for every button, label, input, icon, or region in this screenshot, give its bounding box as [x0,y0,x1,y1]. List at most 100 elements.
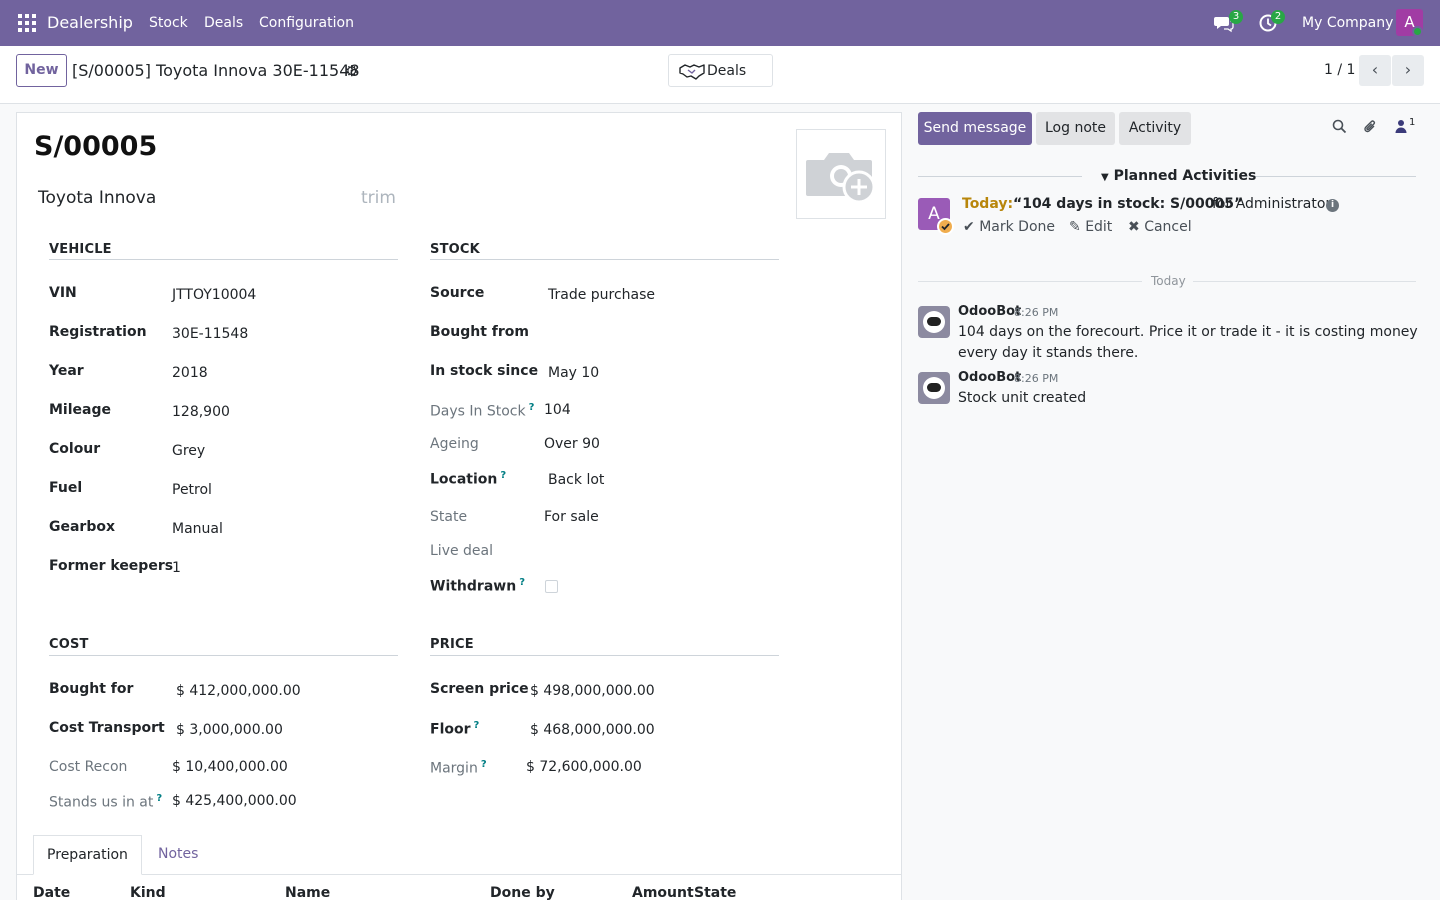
mileage-label: Mileage [49,402,111,418]
messages-badge: 3 [1229,10,1243,24]
gearbox-field[interactable]: Manual [172,521,223,537]
image-upload[interactable] [796,129,886,219]
activity-summary: “104 days in stock: S/00005” [1013,196,1244,212]
info-icon[interactable]: i [1326,199,1339,212]
stock-divider [430,259,779,260]
gearbox-label: Gearbox [49,519,116,535]
followers-icon[interactable] [1395,119,1407,134]
planned-activities-toggle[interactable]: ▼ Planned Activities [1101,168,1256,184]
screen-price-field[interactable]: $ 498,000,000.00 [530,683,655,699]
send-message-button[interactable]: Send message [918,112,1032,145]
mileage-field[interactable]: 128,900 [172,404,230,420]
column-header-name[interactable]: Name [285,885,330,900]
tab-notes[interactable]: Notes [158,835,198,875]
search-icon[interactable] [1332,119,1347,134]
edit-link[interactable]: ✎ Edit [1069,219,1112,235]
record-name[interactable]: S/00005 [34,131,157,162]
pager-next-icon[interactable]: › [1392,55,1424,86]
menu-configuration[interactable]: Configuration [259,15,354,31]
location-field[interactable]: Back lot [548,472,604,488]
help-icon[interactable]: ? [500,470,506,481]
deals-smart-button[interactable]: Deals [668,54,773,87]
activities-badge: 2 [1271,10,1285,24]
help-icon[interactable]: ? [529,402,535,413]
days-in-stock-value: 104 [544,402,571,418]
trim-field[interactable]: trim [361,188,396,208]
year-field[interactable]: 2018 [172,365,208,381]
deals-button-label: Deals [707,62,747,79]
column-header-done-by[interactable]: Done by [490,885,555,900]
menu-stock[interactable]: Stock [149,15,188,31]
floor-field[interactable]: $ 468,000,000.00 [530,722,655,738]
odoobot-avatar [918,372,950,404]
source-field[interactable]: Trade purchase [548,287,655,303]
help-icon[interactable]: ? [481,759,487,770]
message-author[interactable]: OdooBot [958,304,1021,319]
company-switcher[interactable]: My Company [1302,15,1393,31]
activity-button[interactable]: Activity [1119,112,1191,145]
top-navbar: Dealership Stock Deals Configuration 3 2… [0,0,1440,46]
column-header-kind[interactable]: Kind [130,885,166,900]
cost-recon-value: $ 10,400,000.00 [172,759,288,775]
cancel-label: Cancel [1144,219,1192,235]
registration-label: Registration [49,324,147,340]
mark-done-label: Mark Done [979,219,1055,235]
vin-label: VIN [49,285,77,301]
vehicle-divider [49,259,398,260]
former-keepers-field[interactable]: 1 [172,560,181,576]
cost-recon-label: Cost Recon [49,759,128,775]
fuel-field[interactable]: Petrol [172,482,212,498]
odoobot-avatar [918,306,950,338]
pager-previous-icon[interactable]: ‹ [1359,55,1391,86]
gear-icon[interactable]: ⚙ [345,62,358,80]
live-deal-label: Live deal [430,543,494,559]
stock-section-title: STOCK [430,242,480,257]
in-stock-since-field[interactable]: May 10 [548,365,599,381]
cancel-link[interactable]: ✖ Cancel [1128,219,1192,235]
app-brand[interactable]: Dealership [47,13,133,32]
model-field[interactable]: Toyota Innova [38,188,156,208]
pager-value[interactable]: 1 / 1 [1324,62,1355,78]
help-icon[interactable]: ? [519,577,525,588]
location-label: Location? [430,470,507,488]
withdrawn-checkbox[interactable] [545,580,558,593]
log-note-button[interactable]: Log note [1036,112,1115,145]
tab-preparation[interactable]: Preparation [33,835,142,875]
date-divider-left [918,281,1142,282]
followers-count: 1 [1409,117,1416,128]
help-icon[interactable]: ? [156,793,162,804]
ageing-value: Over 90 [544,436,600,452]
message-body: Stock unit created [958,390,1087,406]
withdrawn-label: Withdrawn? [430,577,525,595]
help-icon[interactable]: ? [474,720,480,731]
pencil-icon: ✎ [1069,219,1081,235]
cost-transport-field[interactable]: $ 3,000,000.00 [176,722,283,738]
message-time: 8:26 PM [1014,306,1059,319]
planned-activities-title: Planned Activities [1113,168,1257,184]
price-section-title: PRICE [430,637,474,652]
mark-done-link[interactable]: ✔ Mark Done [963,219,1055,235]
breadcrumb: [S/00005] Toyota Innova 30E-11548 [72,61,360,80]
year-label: Year [49,363,84,379]
registration-field[interactable]: 30E-11548 [172,326,248,342]
price-divider [430,655,779,656]
cost-divider [49,655,398,656]
message-author[interactable]: OdooBot [958,370,1021,385]
new-button[interactable]: New [16,54,67,87]
menu-deals[interactable]: Deals [204,15,243,31]
column-header-amount[interactable]: Amount [632,885,694,900]
state-value: For sale [544,509,599,525]
vin-field[interactable]: JTTOY10004 [172,287,256,303]
column-header-state[interactable]: State [694,885,736,900]
colour-field[interactable]: Grey [172,443,205,459]
paperclip-icon[interactable] [1363,119,1378,135]
online-status-icon [1412,26,1423,37]
cost-transport-label: Cost Transport [49,720,165,736]
form-sheet: S/00005 Toyota Innova trim VEHICLE VIN J… [16,112,902,900]
bought-for-field[interactable]: $ 412,000,000.00 [176,683,301,699]
handshake-icon [679,63,705,80]
app-grid-icon[interactable] [18,14,36,32]
check-icon: ✔ [963,219,975,235]
margin-value: $ 72,600,000.00 [526,759,642,775]
column-header-date[interactable]: Date [33,885,70,900]
